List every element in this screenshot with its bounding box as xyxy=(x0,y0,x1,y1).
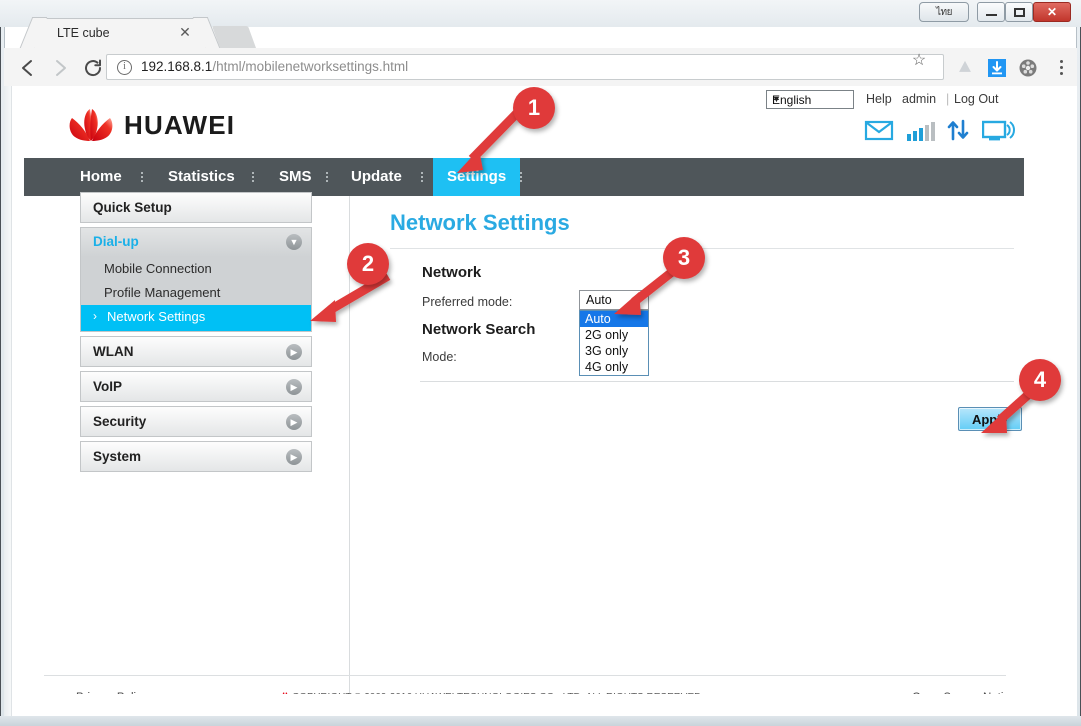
back-icon[interactable] xyxy=(16,57,38,79)
viewport-left-edge xyxy=(4,86,12,720)
site-info-icon[interactable]: i xyxy=(117,60,132,75)
apply-button[interactable]: Apply xyxy=(958,407,1022,431)
chevron-right-icon: ▶ xyxy=(286,344,302,360)
sidebar-item-label: Mobile Connection xyxy=(104,261,212,276)
sidebar-item-mobile-connection[interactable]: Mobile Connection xyxy=(81,257,311,281)
tab-title: LTE cube xyxy=(57,26,110,40)
chevron-down-icon: ▼ xyxy=(286,234,302,250)
annotation-step-1: 1 xyxy=(513,87,555,129)
footer-rule xyxy=(44,675,1006,676)
nav-separator-3 xyxy=(326,172,328,183)
sidebar-item-label: Security xyxy=(93,414,147,429)
browser-tab-lte-cube[interactable]: LTE cube ✕ xyxy=(34,18,206,48)
sidebar-item-voip[interactable]: VoIP ▶ xyxy=(80,371,312,402)
header-separator: | xyxy=(946,92,950,106)
language-select[interactable]: English ▼ xyxy=(766,90,854,109)
tab-close-icon[interactable]: ✕ xyxy=(177,25,193,41)
device-wifi-icon[interactable] xyxy=(981,119,1016,148)
window-bottom-edge xyxy=(0,716,1081,726)
nav-item-update[interactable]: Update xyxy=(337,158,416,196)
signal-icon[interactable] xyxy=(906,120,936,147)
nav-item-settings[interactable]: Settings xyxy=(433,158,521,196)
chevron-right-icon: ▶ xyxy=(286,414,302,430)
new-tab-button[interactable] xyxy=(211,26,257,48)
chevron-down-icon: ▼ xyxy=(633,294,643,305)
sidebar-item-label: Profile Management xyxy=(104,285,221,300)
status-icon-row xyxy=(844,118,1015,148)
sidebar-group-dial-up-header[interactable]: Dial-up ▼ xyxy=(81,228,311,257)
traffic-updown-icon[interactable] xyxy=(946,118,972,147)
mail-icon[interactable] xyxy=(864,118,894,147)
browser-menu-icon[interactable] xyxy=(1053,57,1069,79)
address-bar-url: 192.168.8.1/html/mobilenetworksettings.h… xyxy=(141,59,408,74)
help-link[interactable]: Help xyxy=(866,92,892,106)
preferred-mode-label: Preferred mode: xyxy=(422,295,513,309)
page-viewport: HUAWEI English ▼ Help admin | Log Out Ho… xyxy=(4,86,1077,720)
screenshot-root: ไทย ✕ LTE cube ✕ i 192.168.8.1/html/mobi… xyxy=(0,0,1081,726)
browser-tab-strip: LTE cube ✕ xyxy=(4,14,1077,48)
drive-icon[interactable] xyxy=(954,57,976,79)
sidebar-item-label: Quick Setup xyxy=(93,200,172,215)
bookmark-star-icon[interactable]: ☆ xyxy=(909,51,929,71)
nav-item-home[interactable]: Home xyxy=(66,158,136,196)
sidebar-item-label: Network Settings xyxy=(107,309,206,324)
nav-item-statistics[interactable]: Statistics xyxy=(154,158,249,196)
sidebar-item-system[interactable]: System ▶ xyxy=(80,441,312,472)
section-heading-network-search: Network Search xyxy=(422,321,536,338)
nav-separator-2 xyxy=(252,172,254,183)
annotation-step-2: 2 xyxy=(347,243,389,285)
page-title: Network Settings xyxy=(390,210,570,235)
selected-arrow-icon: › xyxy=(93,309,97,323)
browser-toolbar: i 192.168.8.1/html/mobilenetworksettings… xyxy=(4,48,1077,87)
sidebar-item-profile-management[interactable]: Profile Management xyxy=(81,281,311,305)
nav-separator-1 xyxy=(141,172,143,183)
mode-label: Mode: xyxy=(422,350,457,364)
section-heading-network: Network xyxy=(422,264,482,281)
sidebar-item-security[interactable]: Security ▶ xyxy=(80,406,312,437)
chevron-down-icon: ▼ xyxy=(772,94,781,104)
huawei-logo-icon xyxy=(66,101,116,145)
url-path: /html/mobilenetworksettings.html xyxy=(212,59,409,74)
reload-icon[interactable] xyxy=(82,57,104,79)
sidebar-item-label: WLAN xyxy=(93,344,134,359)
annotation-step-3: 3 xyxy=(663,237,705,279)
nav-item-sms[interactable]: SMS xyxy=(265,158,326,196)
option-3g-only[interactable]: 3G only xyxy=(580,343,648,359)
logout-link[interactable]: Log Out xyxy=(954,92,998,106)
nav-separator-5 xyxy=(520,172,522,183)
url-host: 192.168.8.1 xyxy=(141,59,213,74)
sidebar-menu: Quick Setup Dial-up ▼ Mobile Connection … xyxy=(80,192,312,476)
sidebar-item-wlan[interactable]: WLAN ▶ xyxy=(80,336,312,367)
option-2g-only[interactable]: 2G only xyxy=(580,327,648,343)
sidebar-item-label: System xyxy=(93,449,142,464)
film-reel-icon[interactable] xyxy=(1017,57,1039,79)
preferred-mode-option-list: Auto 2G only 3G only 4G only xyxy=(579,310,649,376)
sidebar-item-quick-setup[interactable]: Quick Setup xyxy=(80,192,312,223)
main-nav: Home Statistics SMS Update Settings xyxy=(24,158,1024,196)
annotation-step-4: 4 xyxy=(1019,359,1061,401)
chevron-right-icon: ▶ xyxy=(286,379,302,395)
sidebar-item-network-settings[interactable]: › Network Settings xyxy=(81,305,311,331)
user-name-label: admin xyxy=(902,92,937,106)
option-auto[interactable]: Auto xyxy=(580,311,648,327)
form-rule xyxy=(420,381,1014,382)
preferred-mode-select[interactable]: Auto ▼ xyxy=(579,290,649,310)
forward-icon xyxy=(50,57,72,79)
sidebar-group-dial-up: Dial-up ▼ Mobile Connection Profile Mana… xyxy=(80,227,312,332)
option-4g-only[interactable]: 4G only xyxy=(580,359,648,375)
address-bar[interactable]: i 192.168.8.1/html/mobilenetworksettings… xyxy=(106,54,944,80)
preferred-mode-value: Auto xyxy=(586,293,612,307)
sidebar-group-label: Dial-up xyxy=(93,234,139,249)
chevron-right-icon: ▶ xyxy=(286,449,302,465)
preferred-mode-dropdown[interactable]: Auto ▼ Auto 2G only 3G only 4G only xyxy=(579,290,649,376)
router-web-ui: HUAWEI English ▼ Help admin | Log Out Ho… xyxy=(24,86,1077,720)
page-body: Quick Setup Dial-up ▼ Mobile Connection … xyxy=(24,192,1024,720)
nav-separator-4 xyxy=(421,172,423,183)
sidebar-item-label: VoIP xyxy=(93,379,123,394)
brand-name: HUAWEI xyxy=(124,110,236,140)
downloads-icon[interactable] xyxy=(986,57,1008,79)
